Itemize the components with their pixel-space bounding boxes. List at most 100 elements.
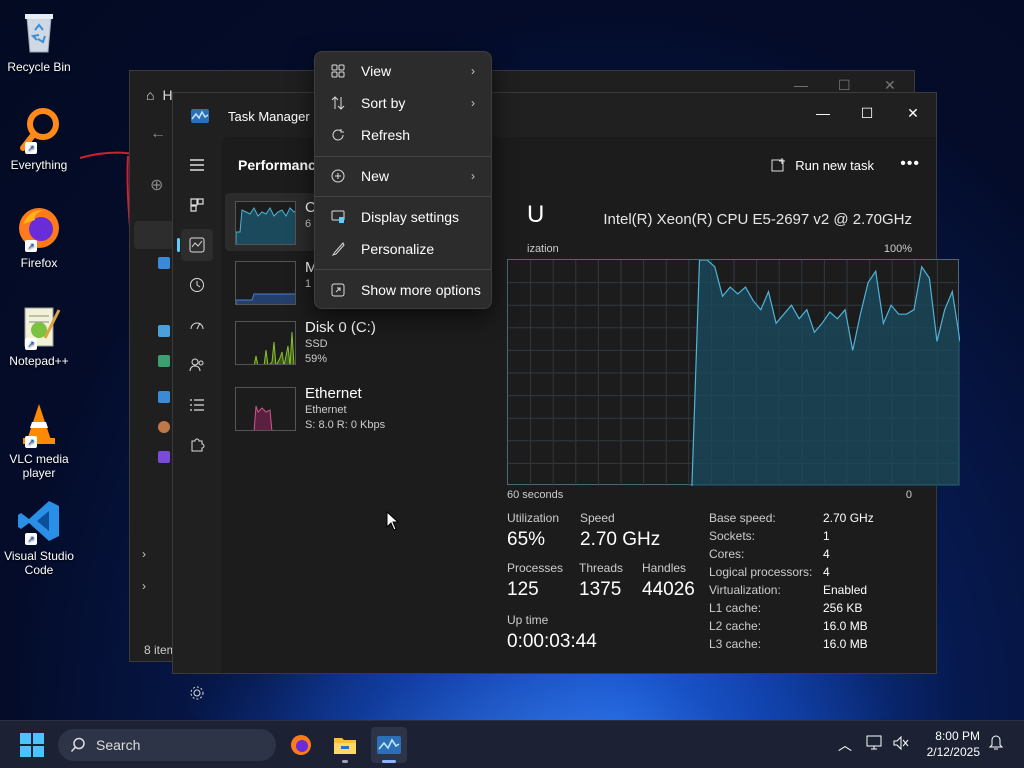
- refresh-icon: [329, 128, 347, 142]
- explorer-nav-icon[interactable]: [158, 325, 170, 337]
- desktop-icon-label: Notepad++: [9, 354, 69, 368]
- nav-users[interactable]: [181, 349, 213, 381]
- performance-icon: [189, 237, 205, 253]
- processes-label: Processes: [507, 561, 564, 575]
- users-icon: [189, 358, 204, 372]
- explorer-nav-selected[interactable]: [134, 221, 174, 249]
- explorer-nav-icon[interactable]: [158, 355, 170, 367]
- minimize-button[interactable]: —: [803, 99, 843, 127]
- mouse-cursor-icon: [386, 511, 400, 531]
- chevron-right-icon: ›: [471, 169, 475, 183]
- task-manager-window[interactable]: Task Manager — ☐ ✕ Performance Run new t…: [172, 92, 961, 700]
- taskbar-file-explorer[interactable]: [327, 727, 363, 763]
- desktop-icon-firefox[interactable]: ↗ Firefox: [4, 204, 74, 270]
- nav-settings[interactable]: [181, 677, 213, 709]
- threads-value: 1375: [579, 579, 622, 600]
- cpu-utilization-graph: [507, 259, 961, 487]
- task-manager-app-icon: [191, 109, 209, 123]
- show-hidden-icons-chevron-icon[interactable]: ︿: [838, 735, 852, 755]
- explorer-nav-icon[interactable]: [158, 451, 170, 463]
- taskbar-search-box[interactable]: Search: [58, 729, 276, 761]
- services-puzzle-icon: [191, 438, 205, 452]
- perf-item-detail: Ethernet: [305, 404, 347, 416]
- spec-value: 16.0 MB: [823, 619, 868, 633]
- context-menu-refresh[interactable]: Refresh: [319, 120, 487, 150]
- spec-value: 2.70 GHz: [823, 511, 874, 525]
- speed-label: Speed: [580, 511, 615, 525]
- expand-chevron-icon[interactable]: ›: [142, 547, 146, 561]
- run-new-task-label: Run new task: [795, 157, 874, 173]
- processes-value: 125: [507, 579, 539, 600]
- hamburger-menu-button[interactable]: [181, 149, 213, 181]
- expand-chevron-icon[interactable]: ›: [142, 579, 146, 593]
- context-menu-view[interactable]: View ›: [319, 56, 487, 86]
- disk-thumbnail-graph: [235, 321, 296, 365]
- desktop-icon-label: Visual Studio Code: [4, 549, 74, 577]
- explorer-minimize-button[interactable]: —: [794, 77, 808, 93]
- context-menu-show-more-options[interactable]: Show more options: [319, 275, 487, 305]
- desktop-icon-vlc[interactable]: ↗ VLC media player: [4, 400, 74, 480]
- volume-muted-icon[interactable]: [892, 735, 910, 754]
- shortcut-arrow-icon: ↗: [25, 533, 37, 545]
- nav-app-history[interactable]: [181, 269, 213, 301]
- taskbar-firefox[interactable]: [283, 727, 319, 763]
- back-arrow-icon[interactable]: ←: [150, 125, 166, 143]
- nav-services[interactable]: [181, 429, 213, 461]
- taskbar-task-manager[interactable]: [371, 727, 407, 763]
- context-menu-label: View: [361, 63, 392, 79]
- plus-circle-icon: [329, 169, 347, 183]
- new-plus-icon[interactable]: ⊕: [150, 175, 163, 195]
- perf-item-value: 59%: [305, 353, 328, 365]
- cpu-model-name: Intel(R) Xeon(R) CPU E5-2697 v2 @ 2.70GH…: [603, 211, 912, 228]
- context-menu-sort-by[interactable]: Sort by ›: [319, 88, 487, 118]
- desktop-icon-recycle-bin[interactable]: Recycle Bin: [4, 8, 74, 74]
- perf-item-detail: SSD: [305, 338, 328, 350]
- clock-date: 2/12/2025: [926, 745, 980, 759]
- run-new-task-button[interactable]: Run new task: [771, 157, 874, 173]
- graph-label: ization: [527, 243, 559, 255]
- desktop-icon-everything[interactable]: ↗ Everything: [4, 106, 74, 172]
- nav-performance[interactable]: [177, 229, 213, 261]
- utilization-value: 65%: [507, 529, 546, 550]
- explorer-nav-icon[interactable]: [158, 391, 170, 403]
- clock-time: 8:00 PM: [935, 729, 980, 743]
- network-icon[interactable]: [866, 735, 884, 754]
- desktop-icon-vscode[interactable]: ↗ Visual Studio Code: [4, 497, 74, 577]
- context-menu-label: Display settings: [361, 209, 460, 225]
- perf-item-disk[interactable]: Disk 0 (C:) SSD 59%: [225, 313, 453, 371]
- context-menu-personalize[interactable]: Personalize: [319, 234, 487, 264]
- nav-details[interactable]: [181, 389, 213, 421]
- start-button[interactable]: [20, 733, 44, 757]
- perf-item-detail: 6: [305, 218, 312, 230]
- speed-value: 2.70 GHz: [580, 529, 661, 550]
- spec-value: Enabled: [823, 583, 868, 597]
- minimize-icon: —: [816, 105, 830, 121]
- cpu-graph-svg: [508, 259, 961, 487]
- notification-bell-icon[interactable]: [988, 735, 1004, 754]
- perf-item-value: S: 8.0 R: 0 Kbps: [305, 419, 386, 431]
- explorer-nav-icon[interactable]: [158, 421, 170, 433]
- more-options-button[interactable]: •••: [900, 155, 920, 173]
- task-manager-titlebar[interactable]: Task Manager — ☐ ✕: [173, 93, 936, 137]
- shortcut-arrow-icon: ↗: [25, 240, 37, 252]
- clock[interactable]: 8:00 PM 2/12/2025: [927, 728, 980, 760]
- nav-processes[interactable]: [181, 189, 213, 221]
- spec-label: Logical processors:: [709, 565, 813, 579]
- nav-startup-apps[interactable]: [181, 309, 213, 341]
- context-menu-new[interactable]: New ›: [319, 161, 487, 191]
- maximize-button[interactable]: ☐: [847, 99, 887, 127]
- search-placeholder: Search: [96, 737, 141, 753]
- task-manager-app-icon: [377, 736, 401, 754]
- shortcut-arrow-icon: ↗: [25, 142, 37, 154]
- explorer-nav-icon[interactable]: [158, 257, 170, 269]
- graph-min-label: 0: [905, 489, 912, 501]
- perf-item-ethernet[interactable]: Ethernet Ethernet S: 8.0 R: 0 Kbps: [225, 379, 453, 437]
- close-button[interactable]: ✕: [893, 99, 933, 127]
- context-menu-display-settings[interactable]: Display settings: [319, 202, 487, 232]
- display-icon: [329, 210, 347, 224]
- desktop-icon-notepad-plus-plus[interactable]: ↗ Notepad++: [4, 302, 74, 368]
- cpu-detail-panel: U Intel(R) Xeon(R) CPU E5-2697 v2 @ 2.70…: [507, 189, 961, 673]
- close-icon: ✕: [907, 104, 919, 121]
- speedometer-icon: [190, 322, 204, 330]
- running-indicator: [342, 760, 348, 763]
